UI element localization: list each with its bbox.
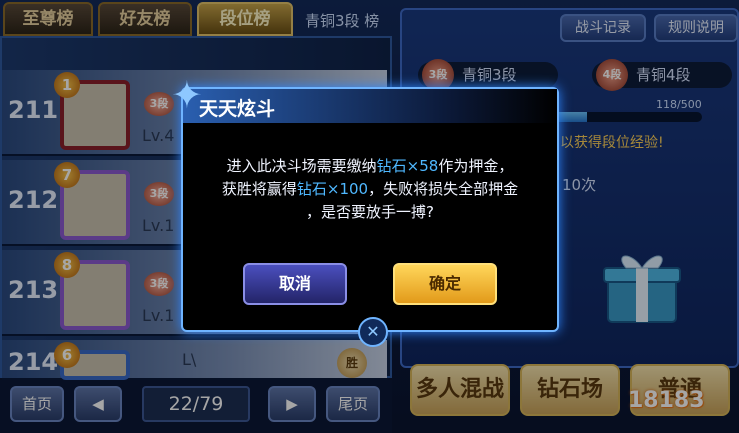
star-icon: ✦: [171, 73, 203, 117]
confirm-button[interactable]: 确定: [393, 263, 497, 305]
cancel-button[interactable]: 取消: [243, 263, 347, 305]
dialog-title-bar: 天天炫斗: [183, 89, 557, 123]
message-text: 进入此决斗场需要缴纳: [226, 157, 377, 175]
message-text: ，失败将损失全部押金: [368, 180, 519, 198]
dialog-message: 进入此决斗场需要缴纳钻石×58作为押金， 获胜将赢得钻石×100，失败将损失全部…: [183, 155, 557, 224]
emblem-icon: ✕: [358, 317, 388, 347]
message-text: 作为押金，: [438, 157, 514, 175]
message-text: 获胜将赢得: [221, 180, 297, 198]
message-line-1: 进入此决斗场需要缴纳钻石×58作为押金，: [183, 155, 557, 178]
message-line-2: 获胜将赢得钻石×100，失败将损失全部押金: [183, 178, 557, 201]
diamond-reward: 钻石×100: [296, 180, 369, 198]
message-line-3: ，是否要放手一搏?: [306, 203, 434, 221]
game-screen: 至尊榜 好友榜 段位榜 青铜3段 榜 211 1 3段 Lv.4 212 7 3…: [0, 0, 739, 433]
confirm-dialog: 天天炫斗 ✦ 进入此决斗场需要缴纳钻石×58作为押金， 获胜将赢得钻石×100，…: [171, 75, 559, 347]
diamond-cost: 钻石×58: [376, 157, 439, 175]
